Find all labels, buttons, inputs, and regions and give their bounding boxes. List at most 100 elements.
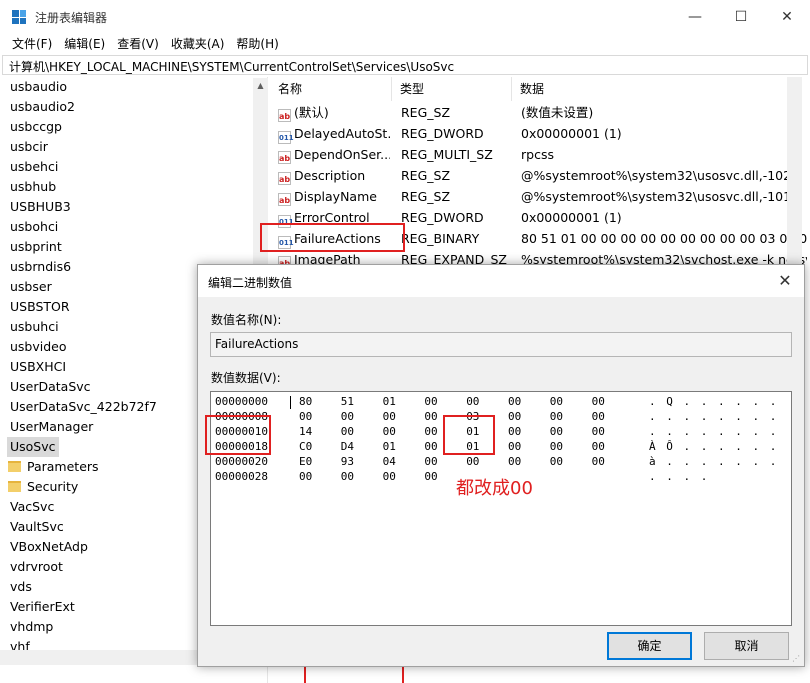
hex-byte[interactable]: 00 (341, 470, 361, 484)
column-header-type[interactable]: 类型 (392, 77, 512, 101)
ok-button[interactable]: 确定 (607, 632, 692, 660)
tree-item[interactable]: USBXHCI (10, 357, 66, 377)
tree-item[interactable]: VacSvc (10, 497, 54, 517)
tree-item[interactable]: usbcir (10, 137, 48, 157)
value-name-field[interactable]: FailureActions (210, 332, 792, 357)
cancel-button[interactable]: 取消 (704, 632, 789, 660)
hex-byte[interactable]: 00 (550, 455, 570, 469)
hex-byte[interactable]: 00 (550, 395, 570, 409)
scroll-up-icon[interactable]: ▲ (253, 78, 268, 93)
value-row[interactable]: ab Description REG_SZ @%systemroot%\system3… (270, 165, 810, 186)
hex-byte[interactable]: 00 (424, 470, 444, 484)
tree-item[interactable]: UsoSvc (7, 437, 59, 457)
hex-byte[interactable]: 80 (299, 395, 319, 409)
tree-item[interactable]: vdrvroot (10, 557, 63, 577)
hex-byte[interactable]: 00 (508, 455, 528, 469)
hex-byte[interactable]: 00 (508, 425, 528, 439)
value-row[interactable]: ab DisplayName REG_SZ @%systemroot%\system3… (270, 186, 810, 207)
tree-item[interactable]: Parameters (8, 457, 99, 477)
hex-byte[interactable]: 00 (592, 410, 612, 424)
hex-byte[interactable]: 00 (466, 455, 486, 469)
hex-byte[interactable]: 00 (550, 425, 570, 439)
minimize-button[interactable]: — (672, 0, 718, 33)
tree-item[interactable]: usbccgp (10, 117, 62, 137)
hex-byte[interactable]: 00 (299, 470, 319, 484)
tree-item[interactable]: usbohci (10, 217, 58, 237)
hex-byte[interactable]: 00 (424, 425, 444, 439)
list-vertical-scrollbar[interactable] (787, 77, 802, 267)
dialog-close-button[interactable]: ✕ (772, 269, 798, 293)
hex-byte[interactable]: 51 (341, 395, 361, 409)
tree-item[interactable]: USBSTOR (10, 297, 70, 317)
value-row[interactable]: 011DelayedAutoSt... REG_DWORD 0x00000001 (… (270, 123, 810, 144)
tree-item[interactable]: usbrndis6 (10, 257, 71, 277)
hex-byte[interactable]: 93 (341, 455, 361, 469)
column-header-data[interactable]: 数据 (512, 77, 810, 101)
menu-favorites[interactable]: 收藏夹(A) (165, 33, 231, 53)
hex-byte[interactable]: D4 (341, 440, 361, 454)
hex-byte[interactable]: 00 (383, 410, 403, 424)
hex-byte[interactable]: 14 (299, 425, 319, 439)
tree-item[interactable]: vds (10, 577, 32, 597)
hex-byte[interactable]: 00 (341, 410, 361, 424)
hex-byte[interactable]: 00 (299, 410, 319, 424)
tree-item[interactable]: usbaudio (10, 77, 67, 97)
tree-item[interactable]: Security (8, 477, 78, 497)
menu-help[interactable]: 帮助(H) (230, 33, 284, 53)
hex-byte[interactable]: 00 (424, 395, 444, 409)
hex-byte[interactable]: 00 (466, 395, 486, 409)
value-row[interactable]: ab (默认) REG_SZ (数值未设置) (270, 102, 810, 123)
tree-item-label: usbprint (10, 239, 62, 254)
address-bar[interactable]: 计算机\HKEY_LOCAL_MACHINE\SYSTEM\CurrentCon… (2, 55, 808, 75)
value-row[interactable]: ab DependOnSer... REG_MULTI_SZ rpcss (270, 144, 810, 165)
resize-grip-icon[interactable]: ⋰ (792, 654, 802, 664)
tree-item-label: UsoSvc (10, 439, 56, 454)
hex-byte[interactable]: 00 (592, 455, 612, 469)
hex-byte[interactable]: E0 (299, 455, 319, 469)
hex-byte[interactable]: C0 (299, 440, 319, 454)
menu-file[interactable]: 文件(F) (6, 33, 58, 53)
tree-item[interactable]: USBHUB3 (10, 197, 71, 217)
tree-item-label: usbaudio (10, 79, 68, 94)
tree-item[interactable]: UserManager (10, 417, 93, 437)
hex-byte[interactable]: 00 (550, 410, 570, 424)
menu-view[interactable]: 查看(V) (111, 33, 165, 53)
hex-byte[interactable]: 00 (424, 440, 444, 454)
hex-byte[interactable]: 00 (592, 440, 612, 454)
value-data-label: 数值数据(V): (211, 371, 281, 385)
tree-item[interactable]: usbhub (10, 177, 56, 197)
string-value-icon: ab (278, 172, 291, 185)
tree-item[interactable]: usbaudio2 (10, 97, 75, 117)
hex-byte[interactable]: 00 (424, 410, 444, 424)
hex-editor[interactable]: 00000000 80 51 01 00 00 00 00 00. Q . . . . . .0… (210, 391, 792, 626)
hex-byte[interactable]: 00 (424, 455, 444, 469)
tree-item[interactable]: vhdmp (10, 617, 53, 637)
tree-item[interactable]: usbehci (10, 157, 58, 177)
tree-item[interactable]: usbuhci (10, 317, 59, 337)
close-button[interactable]: ✕ (764, 0, 810, 33)
hex-byte[interactable]: 00 (508, 395, 528, 409)
tree-item[interactable]: VBoxNetAdp (10, 537, 88, 557)
column-header-name[interactable]: 名称 (270, 77, 392, 101)
hex-byte[interactable]: 01 (383, 440, 403, 454)
tree-item[interactable]: UserDataSvc_422b72f7 (10, 397, 157, 417)
hex-byte[interactable]: 00 (383, 425, 403, 439)
tree-item[interactable]: usbprint (10, 237, 62, 257)
tree-item[interactable]: UserDataSvc (10, 377, 91, 397)
hex-byte[interactable]: 00 (341, 425, 361, 439)
hex-byte[interactable]: 04 (383, 455, 403, 469)
menu-edit[interactable]: 编辑(E) (58, 33, 111, 53)
tree-item[interactable]: usbser (10, 277, 52, 297)
hex-byte[interactable]: 00 (508, 440, 528, 454)
tree-item[interactable]: usbvideo (10, 337, 67, 357)
hex-byte[interactable]: 00 (592, 395, 612, 409)
hex-byte[interactable]: 00 (592, 425, 612, 439)
tree-item[interactable]: VerifierExt (10, 597, 75, 617)
hex-byte[interactable]: 00 (550, 440, 570, 454)
maximize-button[interactable]: ☐ (718, 0, 764, 33)
hex-byte[interactable]: 00 (383, 470, 403, 484)
tree-item[interactable]: VaultSvc (10, 517, 64, 537)
hex-byte[interactable]: 00 (508, 410, 528, 424)
hex-byte[interactable]: 01 (383, 395, 403, 409)
tree-item-label: usbohci (10, 219, 59, 234)
